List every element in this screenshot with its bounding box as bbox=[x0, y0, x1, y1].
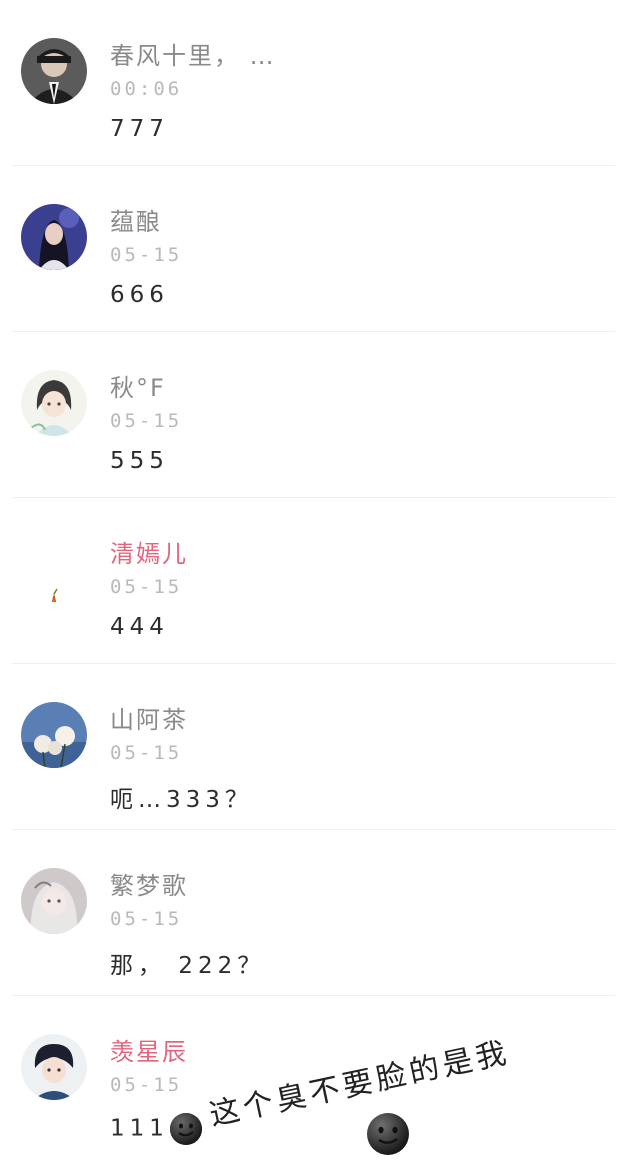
avatar[interactable] bbox=[21, 370, 87, 436]
comment-item: 春风十里， … 00:06 777 bbox=[0, 0, 640, 166]
comment-time: 05-15 bbox=[110, 742, 183, 764]
comment-text: 111 bbox=[110, 1115, 169, 1142]
commenter-name[interactable]: 羡星辰 bbox=[110, 1032, 188, 1067]
commenter-name[interactable]: 秋°F bbox=[110, 368, 166, 403]
commenter-name[interactable]: 山阿茶 bbox=[110, 700, 188, 735]
avatar[interactable] bbox=[21, 702, 87, 768]
comment-time: 00:06 bbox=[110, 78, 183, 100]
comment-time: 05-15 bbox=[110, 410, 183, 432]
commenter-name[interactable]: 春风十里， … bbox=[110, 36, 276, 71]
commenter-name[interactable]: 繁梦歌 bbox=[110, 866, 188, 901]
comment-text-row: 111 bbox=[110, 1112, 203, 1146]
commenter-name[interactable]: 清嫣儿 bbox=[110, 534, 188, 569]
comment-time: 05-15 bbox=[110, 576, 183, 598]
smirk-emoji-icon bbox=[169, 1112, 203, 1146]
comment-text: 666 bbox=[110, 282, 169, 308]
avatar[interactable] bbox=[21, 1034, 87, 1100]
avatar[interactable] bbox=[21, 38, 87, 104]
comment-text: 444 bbox=[110, 614, 169, 640]
comment-text: 555 bbox=[110, 448, 169, 474]
comment-item: 清嫣儿 05-15 444 bbox=[0, 498, 640, 664]
comment-text: 777 bbox=[110, 116, 169, 142]
comment-time: 05-15 bbox=[110, 244, 183, 266]
comment-item: 秋°F 05-15 555 bbox=[0, 332, 640, 498]
avatar[interactable] bbox=[21, 868, 87, 934]
avatar[interactable] bbox=[21, 204, 87, 270]
avatar[interactable] bbox=[21, 536, 87, 602]
comment-item: 山阿茶 05-15 呃…333？ bbox=[0, 664, 640, 830]
commenter-name[interactable]: 蕴酿 bbox=[110, 202, 162, 237]
comment-item: 繁梦歌 05-15 那， 222？ bbox=[0, 830, 640, 996]
comment-time: 05-15 bbox=[110, 908, 183, 930]
comment-text: 呃…333？ bbox=[110, 787, 253, 813]
comment-time: 05-15 bbox=[110, 1074, 183, 1096]
smirk-emoji-icon bbox=[366, 1112, 410, 1156]
comment-text: 那， 222？ bbox=[110, 953, 266, 979]
comment-item: 蕴酿 05-15 666 bbox=[0, 166, 640, 332]
